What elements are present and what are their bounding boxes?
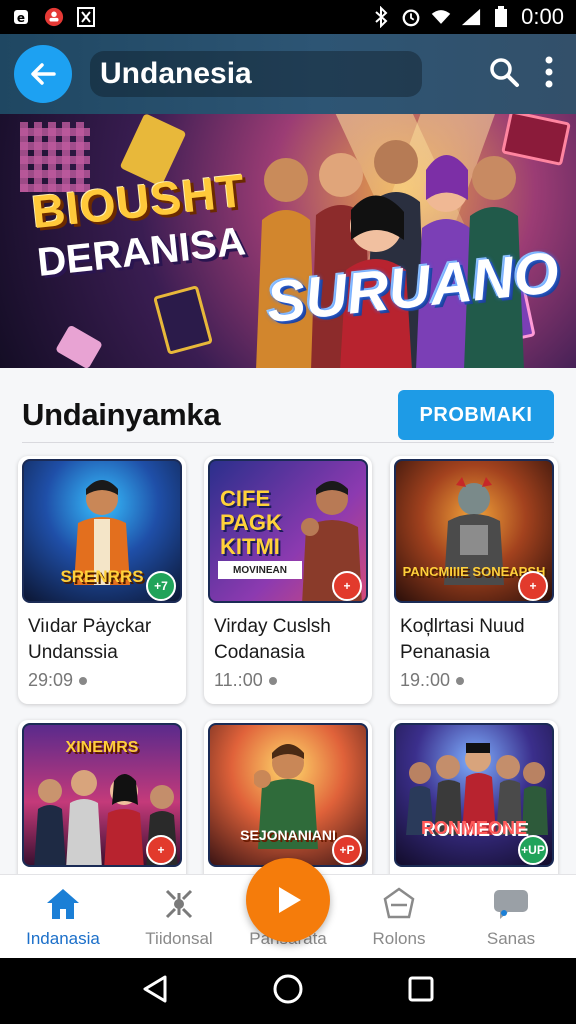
game-thumbnail: CIFE PAGK KITMI MOVINEAN + — [208, 459, 368, 603]
meta-dot-icon — [268, 676, 277, 685]
badge-icon — [383, 887, 415, 919]
game-thumbnail: XINEMRS + — [22, 723, 182, 867]
system-back-button[interactable] — [141, 974, 169, 1009]
game-thumbnail: SEJONANIANI +P — [208, 723, 368, 867]
system-navigation — [0, 958, 576, 1024]
bluetooth-icon — [371, 6, 391, 28]
card-badge: +7 — [146, 571, 176, 601]
play-icon — [279, 887, 301, 913]
more-vert-icon — [545, 56, 553, 87]
game-name: Virday Cuslsh Codanasia — [214, 616, 331, 663]
nav-item-fifth[interactable]: Sanas — [456, 887, 566, 953]
game-meta: 11.:00 — [214, 670, 263, 690]
svg-text:e: e — [17, 11, 25, 25]
home-icon — [47, 889, 79, 919]
card-badge: + — [518, 571, 548, 601]
game-thumbnail: SRENRRS +7 — [22, 459, 182, 603]
game-thumbnail: PANCMIIIE SONEAPSH + — [394, 459, 554, 603]
card-badge: + — [146, 835, 176, 865]
nav-item-second[interactable]: Tiidonsal — [124, 887, 234, 953]
back-button[interactable] — [14, 45, 72, 103]
section-divider — [22, 442, 554, 443]
recents-square-icon — [408, 976, 434, 1001]
hero-banner[interactable]: BIOUSHT DERANISA SURUANO — [0, 114, 576, 368]
meta-dot-icon — [456, 676, 465, 685]
signal-icon — [461, 7, 481, 27]
card-badge: +UP — [518, 835, 548, 865]
search-icon — [490, 57, 519, 87]
meta-dot-icon — [79, 676, 88, 685]
back-triangle-icon — [143, 975, 167, 1002]
alarm-icon — [401, 7, 421, 27]
nav-label: Tiidonsal — [145, 929, 213, 948]
nav-label: Sanas — [486, 929, 536, 948]
system-home-button[interactable] — [272, 973, 304, 1010]
nav-item-home[interactable]: Indanasia — [8, 887, 118, 953]
game-meta: 29:09 — [28, 670, 74, 690]
app-bar: Undanesia — [0, 34, 576, 114]
thumb-wordmark: XINEMRS — [65, 739, 139, 756]
status-bar: e 0:00 — [0, 0, 576, 34]
play-fab-button[interactable] — [246, 858, 330, 942]
game-card[interactable]: SRENRRS +7 Viıdar Pȧyckar Undanssia 29:0… — [18, 456, 186, 704]
game-thumbnail: RONMEONE +UP — [394, 723, 554, 867]
nav-label: Rolons — [372, 929, 426, 948]
thumb-subtitle: MOVINEAN — [218, 561, 302, 579]
more-options-button[interactable] — [544, 55, 554, 94]
games-section: Undainyamka PROBMAKI SRENRRS +7 Viıdar P… — [0, 368, 576, 968]
notification-e-icon: e — [12, 7, 32, 27]
game-name: Koḑlrtasi Nuud Penanasia — [400, 616, 525, 663]
battery-icon — [491, 6, 511, 27]
chat-icon — [494, 890, 528, 919]
screenshot-icon — [76, 7, 96, 27]
card-badge: + — [332, 571, 362, 601]
wifi-icon — [431, 7, 451, 27]
card-badge: +P — [332, 835, 362, 865]
search-button[interactable] — [488, 56, 520, 93]
page-title-text: Undanesia — [100, 57, 252, 90]
game-name: Viıdar Pȧyckar Undanssia — [28, 616, 152, 663]
record-icon — [44, 7, 64, 27]
page-title: Undanesia — [90, 51, 422, 97]
home-circle-icon — [273, 974, 303, 1003]
game-card[interactable]: CIFE PAGK KITMI MOVINEAN + Virday Cuslsh… — [204, 456, 372, 704]
nav-label: Indanasia — [26, 929, 100, 948]
promo-button[interactable]: PROBMAKI — [398, 390, 554, 440]
sparkle-icon — [165, 889, 193, 919]
arrow-left-icon — [31, 63, 56, 85]
status-time: 0:00 — [521, 4, 564, 29]
thumb-wordmark: CIFE PAGK KITMI — [220, 486, 282, 559]
banner-headline: BIOUSHT DERANISA — [29, 163, 252, 286]
nav-item-fourth[interactable]: Rolons — [344, 887, 454, 953]
section-title: Undainyamka — [22, 397, 221, 432]
game-meta: 19.:00 — [400, 670, 451, 690]
system-recents-button[interactable] — [407, 975, 435, 1008]
game-card[interactable]: PANCMIIIE SONEAPSH + Koḑlrtasi Nuud Pena… — [390, 456, 558, 704]
